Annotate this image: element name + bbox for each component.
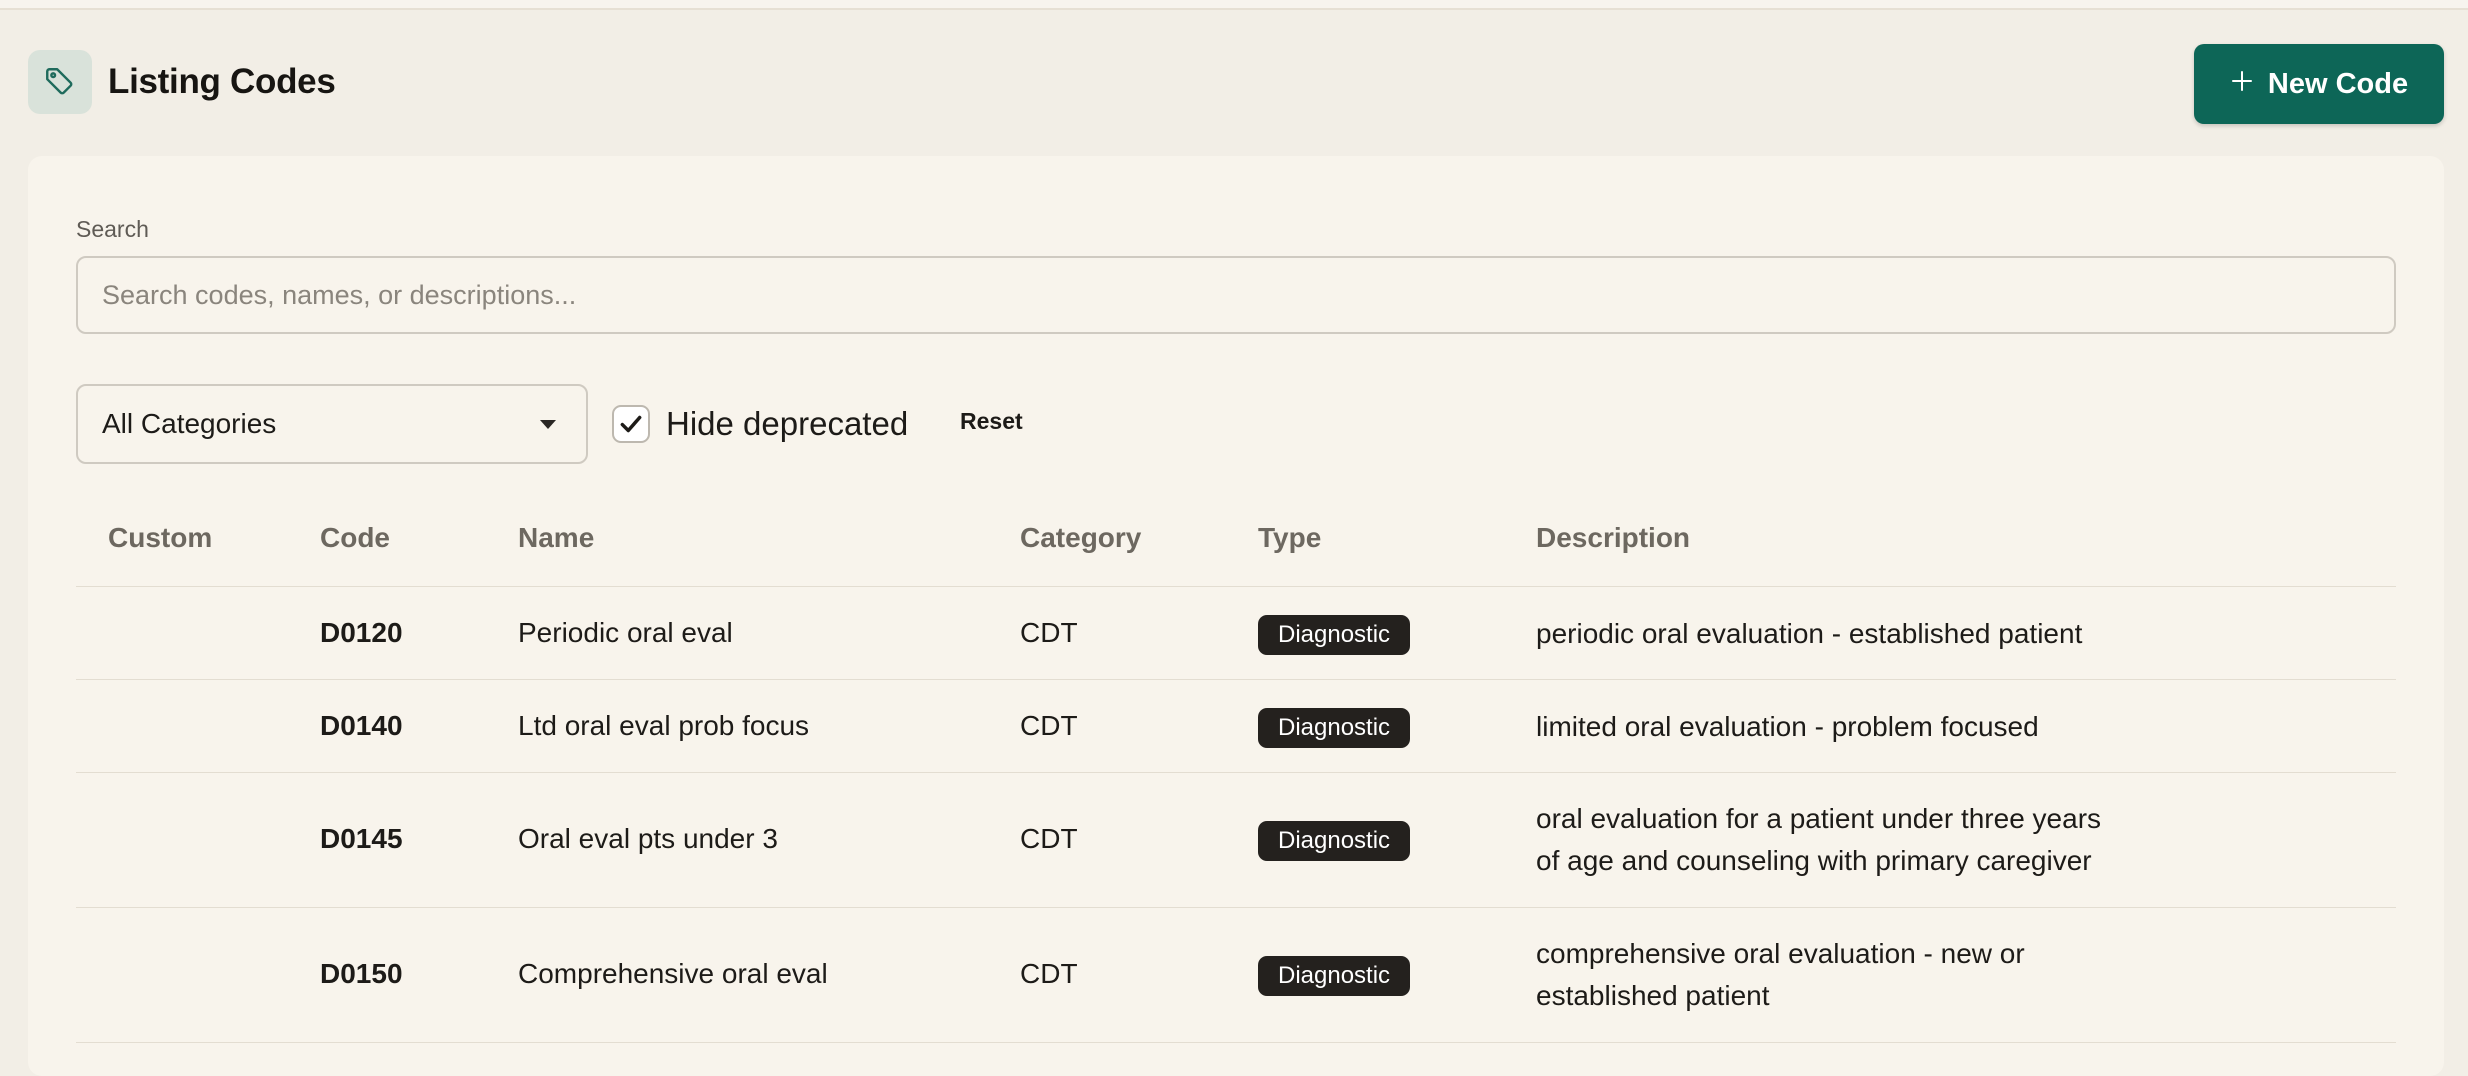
page-header: Listing Codes New Code xyxy=(28,44,2444,130)
reset-button[interactable]: Reset xyxy=(960,408,1023,435)
table-row[interactable]: D0140 Ltd oral eval prob focus CDT Diagn… xyxy=(76,680,2396,773)
codes-card: Search All Categories Hide deprecated Re… xyxy=(28,156,2444,1076)
column-header-name[interactable]: Name xyxy=(518,522,594,554)
column-header-category[interactable]: Category xyxy=(1020,522,1141,554)
cell-code: D0140 xyxy=(320,710,403,741)
cell-code: D0145 xyxy=(320,823,403,854)
cell-description: periodic oral evaluation - established p… xyxy=(1536,613,2176,655)
cell-category: CDT xyxy=(1020,710,1078,741)
column-header-code[interactable]: Code xyxy=(320,522,390,554)
cell-code: D0120 xyxy=(320,617,403,648)
cell-code: D0150 xyxy=(320,958,403,989)
category-select[interactable]: All Categories xyxy=(76,384,588,464)
table-row[interactable]: D0145 Oral eval pts under 3 CDT Diagnost… xyxy=(76,773,2396,908)
cell-description: oral evaluation for a patient under thre… xyxy=(1536,798,2176,882)
type-badge: Diagnostic xyxy=(1258,615,1411,655)
description-line: limited oral evaluation - problem focuse… xyxy=(1536,711,2039,742)
search-label: Search xyxy=(76,216,149,242)
cell-category: CDT xyxy=(1020,617,1078,648)
new-code-button[interactable]: New Code xyxy=(2194,44,2444,124)
description-line: of age and counseling with primary careg… xyxy=(1536,845,2092,876)
description-line: comprehensive oral evaluation - new or xyxy=(1536,938,2025,969)
table-header: Custom Code Name Category Type Descripti… xyxy=(76,496,2396,587)
checkmark-icon xyxy=(620,415,642,433)
column-header-type[interactable]: Type xyxy=(1258,522,1321,554)
type-badge: Diagnostic xyxy=(1258,821,1411,861)
new-code-label: New Code xyxy=(2267,67,2409,100)
cell-name: Periodic oral eval xyxy=(518,617,733,648)
plus-icon xyxy=(2230,68,2254,101)
tag-icon xyxy=(28,50,92,114)
cell-name: Comprehensive oral eval xyxy=(518,958,828,989)
cell-description: comprehensive oral evaluation - new or e… xyxy=(1536,933,2176,1017)
column-header-custom[interactable]: Custom xyxy=(108,522,212,554)
cell-category: CDT xyxy=(1020,823,1078,854)
cell-name: Ltd oral eval prob focus xyxy=(518,710,810,741)
type-badge: Diagnostic xyxy=(1258,708,1411,748)
description-line: established patient xyxy=(1536,980,1770,1011)
hide-deprecated-label: Hide deprecated xyxy=(666,405,909,442)
description-line: periodic oral evaluation - established p… xyxy=(1536,618,2083,649)
table-row[interactable]: D0150 Comprehensive oral eval CDT Diagno… xyxy=(76,908,2396,1043)
caret-down-icon xyxy=(540,420,556,429)
type-badge: Diagnostic xyxy=(1258,956,1411,996)
table-row[interactable]: D0120 Periodic oral eval CDT Diagnostic … xyxy=(76,587,2396,680)
search-input[interactable] xyxy=(76,256,2396,334)
description-line: oral evaluation for a patient under thre… xyxy=(1536,803,2102,834)
page-title: Listing Codes xyxy=(108,62,336,101)
cell-description: limited oral evaluation - problem focuse… xyxy=(1536,706,2176,748)
category-select-value: All Categories xyxy=(102,408,277,439)
codes-table: Custom Code Name Category Type Descripti… xyxy=(76,496,2396,1043)
column-header-description[interactable]: Description xyxy=(1536,522,1690,554)
top-border xyxy=(0,0,2468,10)
cell-name: Oral eval pts under 3 xyxy=(518,823,778,854)
cell-category: CDT xyxy=(1020,958,1078,989)
hide-deprecated-checkbox[interactable] xyxy=(612,405,650,443)
hide-deprecated-toggle[interactable]: Hide deprecated xyxy=(612,402,908,446)
